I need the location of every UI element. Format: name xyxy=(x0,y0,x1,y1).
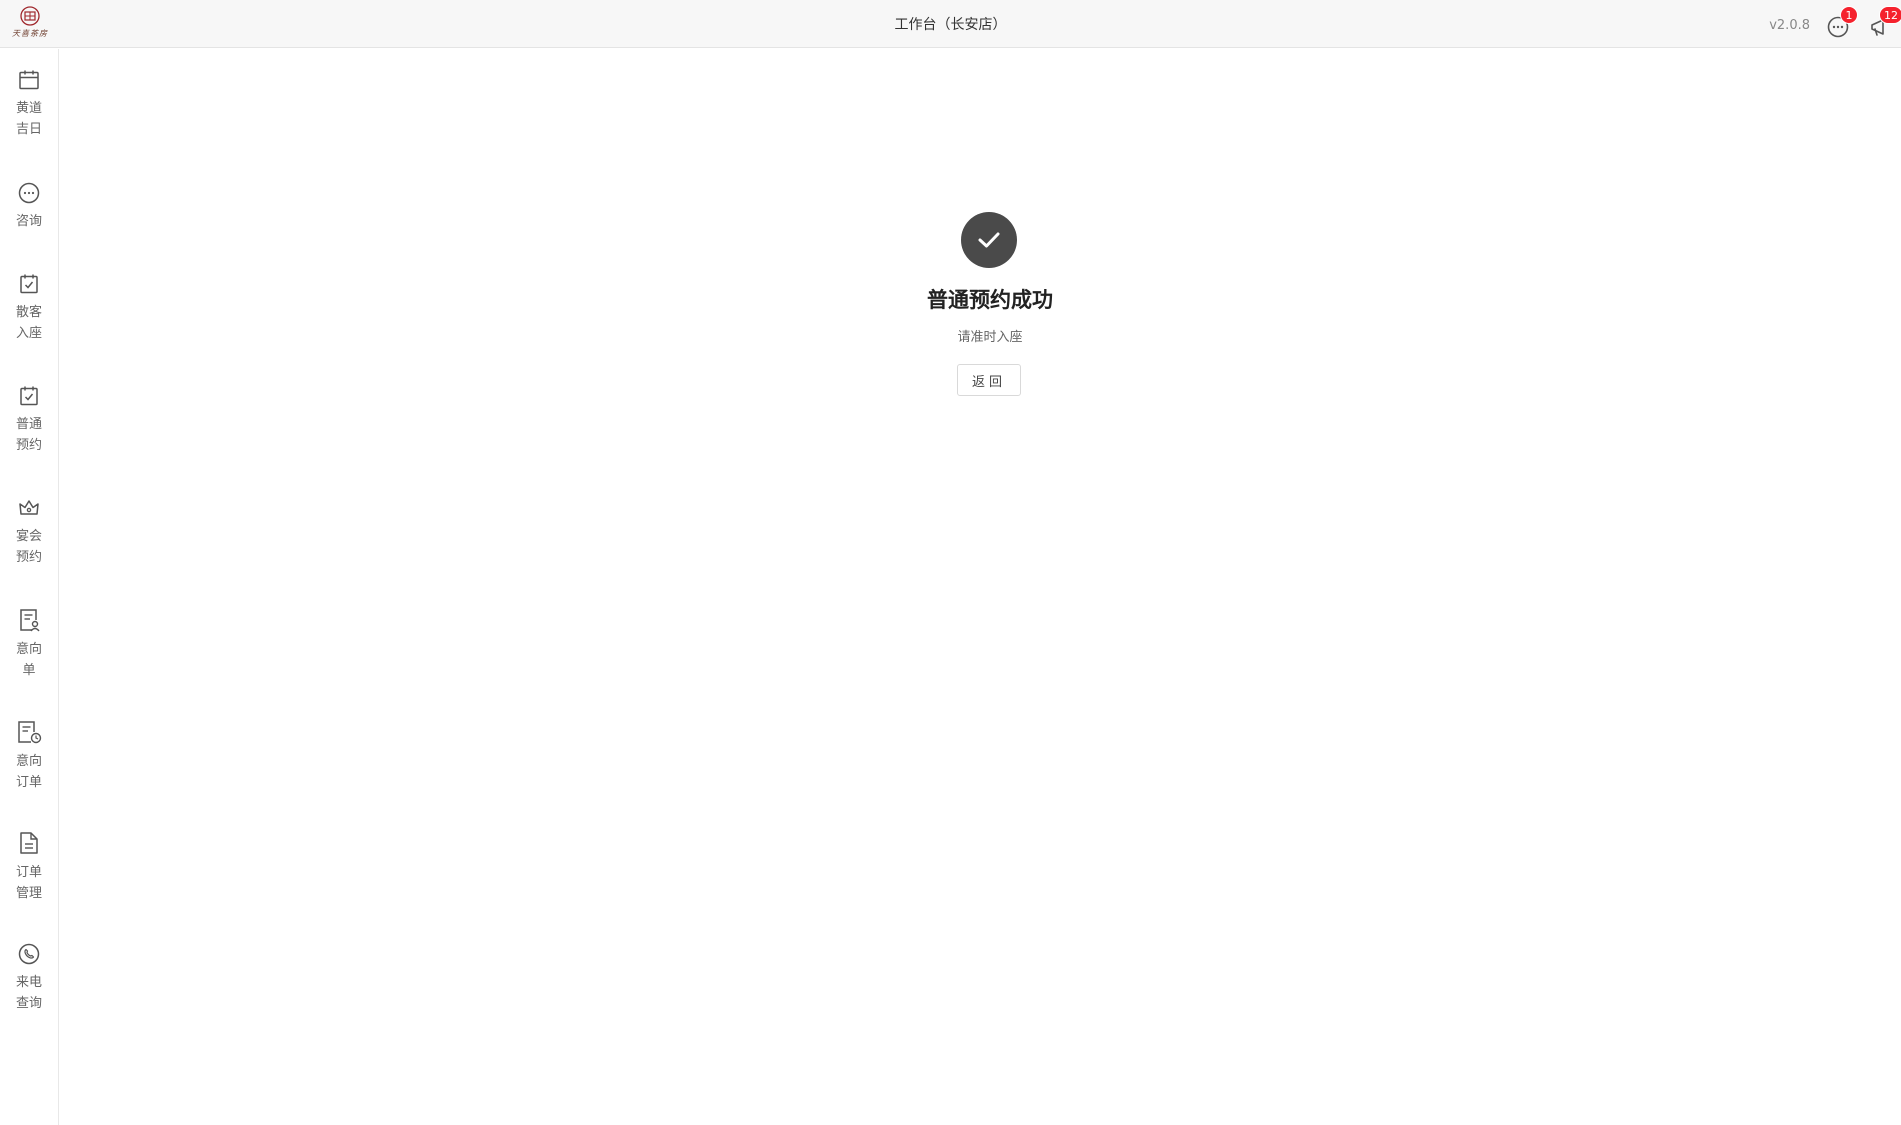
sidebar-item-label: 咨询 xyxy=(15,214,42,229)
user-document-icon xyxy=(20,609,40,632)
file-icon xyxy=(20,832,38,854)
messages-button[interactable]: 1 xyxy=(1826,6,1858,39)
crown-icon xyxy=(19,500,39,515)
sidebar-item-label: 黄道吉日 xyxy=(15,101,42,137)
sidebar-item-call-lookup[interactable]: 来电查询 xyxy=(0,942,58,1014)
phone-icon xyxy=(18,943,40,965)
calendar-check-icon xyxy=(20,274,38,294)
sidebar-item-intent-form[interactable]: 意向单 xyxy=(0,607,58,681)
notice-count-badge: 12 xyxy=(1879,6,1901,24)
version-label: v2.0.8 xyxy=(1769,18,1810,33)
chat-icon xyxy=(18,182,40,204)
sidebar-item-label: 来电查询 xyxy=(15,975,42,1011)
notifications-button[interactable]: 12 xyxy=(1869,6,1901,39)
message-count-badge: 1 xyxy=(1840,6,1858,24)
sidebar-item-label: 普通预约 xyxy=(15,417,42,453)
sidebar-item-intent-orders[interactable]: 意向订单 xyxy=(0,719,58,793)
page-title: 工作台（长安店） xyxy=(894,17,1007,33)
sidebar-item-regular-booking[interactable]: 普通预约 xyxy=(0,384,58,456)
sidebar-item-banquet-booking[interactable]: 宴会预约 xyxy=(0,496,58,568)
success-check-icon xyxy=(961,212,1017,268)
calendar-icon xyxy=(19,70,39,90)
sidebar-item-auspicious-days[interactable]: 黄道吉日 xyxy=(0,68,58,140)
top-header: 天喜茶房 工作台（长安店） v2.0.8 1 12 xyxy=(0,0,1901,48)
calendar-check-icon xyxy=(20,386,38,406)
sidebar-item-label: 散客入座 xyxy=(15,305,42,341)
sidebar-item-label: 意向订单 xyxy=(15,754,42,790)
result-title: 普通预约成功 xyxy=(927,288,1053,312)
sidebar-item-order-management[interactable]: 订单管理 xyxy=(0,830,58,904)
sidebar-item-walk-in[interactable]: 散客入座 xyxy=(0,272,58,344)
document-clock-icon xyxy=(18,721,42,744)
sidebar-item-label: 意向单 xyxy=(15,642,42,678)
result-subtitle: 请准时入座 xyxy=(957,330,1023,345)
checkmark-icon xyxy=(978,232,1000,248)
sidebar-item-consult[interactable]: 咨询 xyxy=(0,181,58,232)
back-button[interactable]: 返回 xyxy=(957,364,1021,396)
sidebar-item-label: 宴会预约 xyxy=(15,529,42,565)
sidebar-nav: 黄道吉日 咨询 散客入座 普通预约 宴会预约 意向单 意向订单 订单管理 来电查… xyxy=(0,49,59,1125)
sidebar-item-label: 订单管理 xyxy=(15,865,42,901)
